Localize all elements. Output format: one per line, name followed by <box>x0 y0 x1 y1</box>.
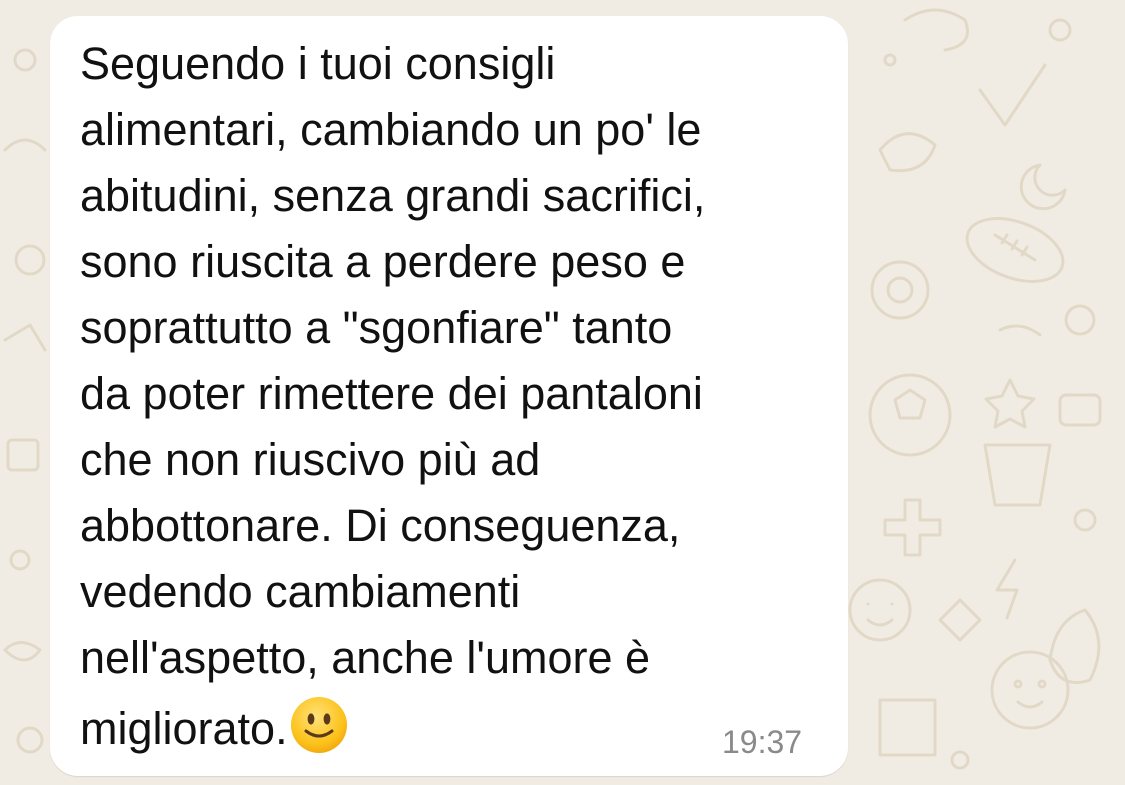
message-line-11: migliorato. <box>80 696 348 757</box>
message-line-1: Seguendo i tuoi consigli <box>80 38 556 89</box>
message-line-3: abitudini, senza grandi sacrifici, <box>80 170 706 221</box>
message-timestamp: 19:37 <box>722 724 803 760</box>
message-line-8: abbottonare. Di conseguenza, <box>80 500 681 551</box>
message-line-10: nell'aspetto, anche l'umore è <box>80 632 651 683</box>
slightly-smiling-face-icon <box>290 696 348 754</box>
message-line-2: alimentari, cambiando un po' le <box>80 104 702 155</box>
message-line-6: da poter rimettere dei pantaloni <box>80 368 703 419</box>
message-line-4: sono riuscita a perdere peso e <box>80 236 686 287</box>
message-line-7: che non riuscivo più ad <box>80 434 541 485</box>
message-line-5: soprattutto a "sgonfiare" tanto <box>80 302 673 353</box>
message-line-11-text: migliorato. <box>80 703 288 754</box>
message-line-9: vedendo cambiamenti <box>80 566 521 617</box>
